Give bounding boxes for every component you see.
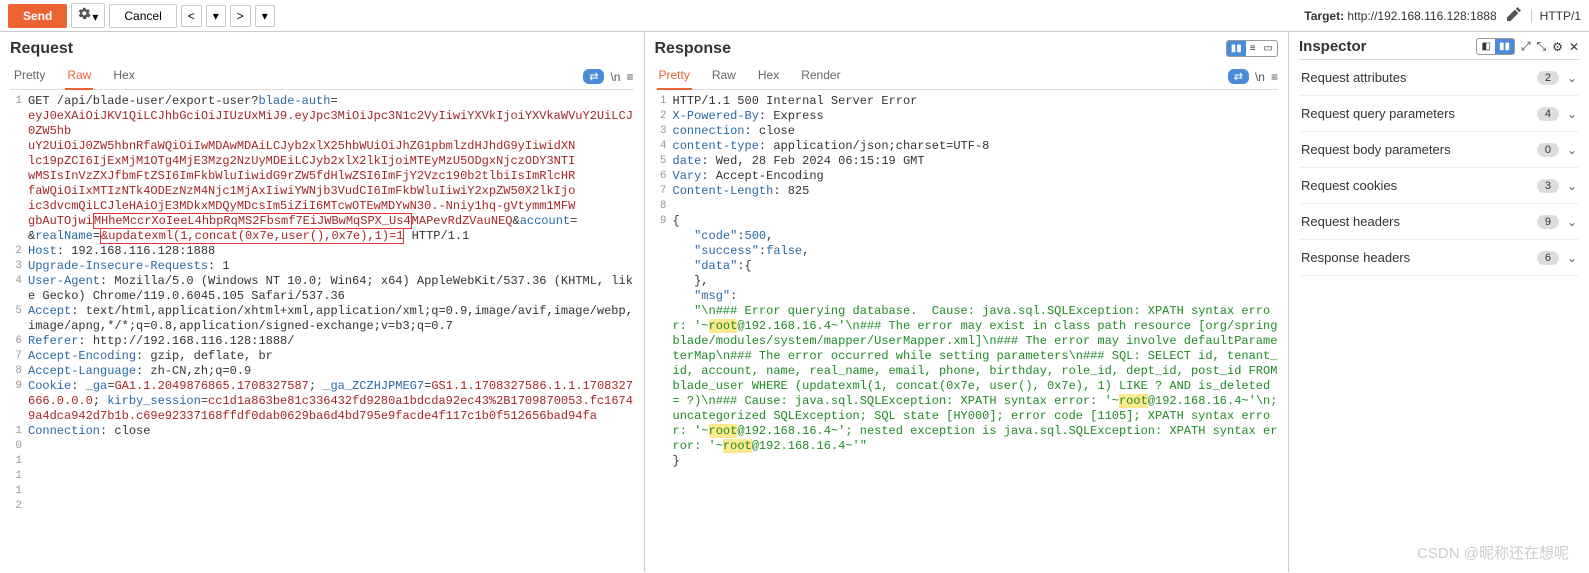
inspector-row-label: Request attributes [1301, 70, 1537, 85]
count-badge: 3 [1537, 179, 1559, 193]
close-icon[interactable]: ✕ [1569, 40, 1579, 54]
response-pane: ▮▮ ≡ ▭ Response PrettyRawHexRender ⇄ \n … [645, 32, 1290, 572]
edit-target-icon[interactable] [1501, 7, 1527, 24]
response-layout-toggle[interactable]: ▮▮ ≡ ▭ [1226, 40, 1278, 57]
count-badge: 0 [1537, 143, 1559, 157]
tab-raw[interactable]: Raw [710, 64, 738, 89]
inspector-row[interactable]: Request cookies3 ⌄ [1299, 168, 1579, 204]
newline-toggle[interactable]: \n [610, 70, 620, 84]
inspector-row-label: Request query parameters [1301, 106, 1537, 121]
tab-raw[interactable]: Raw [65, 64, 93, 90]
tab-pretty[interactable]: Pretty [657, 64, 692, 90]
inspector-gear-icon[interactable]: ⚙ [1552, 40, 1563, 54]
protocol-label: HTTP/1 [1531, 9, 1581, 23]
pencil-icon [1507, 7, 1521, 21]
tab-pretty[interactable]: Pretty [12, 64, 47, 89]
chevron-down-icon: ⌄ [1567, 71, 1577, 85]
layout-horizontal-icon[interactable]: ▮▮ [1227, 41, 1246, 56]
tab-hex[interactable]: Hex [756, 64, 781, 89]
layout-split-icon[interactable]: ▮▮ [1495, 39, 1514, 54]
prev-dropdown[interactable]: ▾ [206, 5, 226, 27]
inspector-row-label: Request cookies [1301, 178, 1537, 193]
inspector-row-label: Request body parameters [1301, 142, 1537, 157]
count-badge: 2 [1537, 71, 1559, 85]
inspector-row-label: Request headers [1301, 214, 1537, 229]
response-action-chip[interactable]: ⇄ [1228, 69, 1249, 84]
response-newline-toggle[interactable]: \n [1255, 70, 1265, 84]
expand-icon[interactable]: ⤢ [1521, 39, 1531, 54]
request-editor[interactable]: 1GET /api/blade-user/export-user?blade-a… [10, 90, 634, 572]
prev-button[interactable]: < [181, 5, 202, 27]
inspector-row[interactable]: Response headers6 ⌄ [1299, 240, 1579, 276]
response-tabs: Pretty Raw Hex Render [655, 64, 843, 89]
response-viewer[interactable]: 1HTTP/1.1 500 Internal Server Error2X-Po… [655, 90, 1279, 572]
request-tabs: Pretty Raw Hex [10, 64, 137, 89]
collapse-icon[interactable]: ⤡ [1537, 39, 1547, 54]
settings-dropdown-button[interactable]: ▾ [71, 3, 105, 28]
response-menu[interactable]: ≡ [1271, 70, 1278, 84]
inspector-layout-toggle[interactable]: ◧ ▮▮ [1476, 38, 1514, 55]
layout-vertical-icon[interactable]: ≡ [1246, 41, 1260, 56]
cancel-button[interactable]: Cancel [109, 4, 176, 28]
inspector-row[interactable]: Request headers9 ⌄ [1299, 204, 1579, 240]
chevron-down-icon: ⌄ [1567, 251, 1577, 265]
inspector-row-label: Response headers [1301, 250, 1537, 265]
chevron-down-icon: ⌄ [1567, 215, 1577, 229]
main-split: Request Pretty Raw Hex ⇄ \n ≡ 1GET /api/bl… [0, 32, 1589, 572]
count-badge: 9 [1537, 215, 1559, 229]
layout-combined-icon[interactable]: ▭ [1260, 41, 1277, 56]
chevron-down-icon: ⌄ [1567, 179, 1577, 193]
inspector-pane: Inspector ◧ ▮▮ ⤢ ⤡ ⚙ ✕ Request attribute… [1289, 32, 1589, 572]
target-display: Target: http://192.168.116.128:1888 [1304, 9, 1496, 23]
send-button[interactable]: Send [8, 4, 67, 28]
request-pane: Request Pretty Raw Hex ⇄ \n ≡ 1GET /api/bl… [0, 32, 645, 572]
toolbar: Send ▾ Cancel < ▾ > ▾ Target: http://192… [0, 0, 1589, 32]
request-action-chip[interactable]: ⇄ [583, 69, 604, 84]
gear-icon [78, 7, 92, 21]
next-dropdown[interactable]: ▾ [255, 5, 275, 27]
inspector-row[interactable]: Request attributes2 ⌄ [1299, 60, 1579, 96]
tab-render[interactable]: Render [799, 64, 842, 89]
request-title: Request [10, 40, 634, 58]
chevron-down-icon: ⌄ [1567, 107, 1577, 121]
inspector-row[interactable]: Request body parameters0 ⌄ [1299, 132, 1579, 168]
layout-left-icon[interactable]: ◧ [1477, 39, 1494, 54]
tab-hex[interactable]: Hex [111, 64, 136, 89]
inspector-row[interactable]: Request query parameters4 ⌄ [1299, 96, 1579, 132]
inspector-title: Inspector [1299, 38, 1470, 55]
next-button[interactable]: > [230, 5, 251, 27]
chevron-down-icon: ⌄ [1567, 143, 1577, 157]
count-badge: 6 [1537, 251, 1559, 265]
request-menu[interactable]: ≡ [626, 70, 633, 84]
count-badge: 4 [1537, 107, 1559, 121]
response-title: Response [655, 40, 1279, 58]
